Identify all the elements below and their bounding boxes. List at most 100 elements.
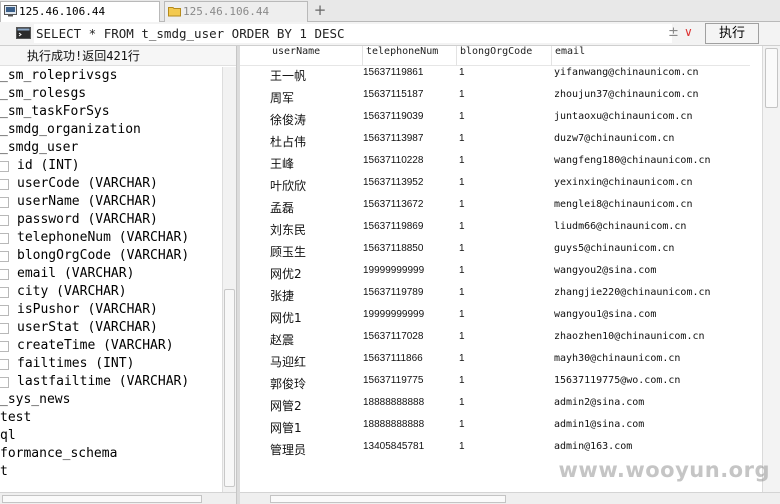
tree-table-item[interactable]: ql	[0, 427, 16, 445]
cell-username[interactable]: 赵震	[270, 331, 294, 353]
cell-email[interactable]: wangyou2@sina.com	[554, 265, 656, 287]
grid-vertical-scrollbar[interactable]	[762, 46, 780, 492]
table-row[interactable]: 马迎红 15637111866 1 mayh30@chinaunicom.cn	[240, 353, 750, 375]
tree-table-item[interactable]: _sm_rolesgs	[0, 85, 86, 103]
table-row[interactable]: 杜占伟 15637113987 1 duzw7@chinaunicom.cn	[240, 133, 750, 155]
column-header-org-code[interactable]: blongOrgCode	[457, 46, 552, 66]
cell-username[interactable]: 张捷	[270, 287, 294, 309]
table-row[interactable]: 赵震 15637117028 1 zhaozhen10@chinaunicom.cn	[240, 331, 750, 353]
tree-column-item[interactable]: password (VARCHAR)	[0, 211, 158, 229]
tree-column-item[interactable]: city (VARCHAR)	[0, 283, 127, 301]
cell-telephone[interactable]: 19999999999	[363, 265, 424, 287]
tree-column-item[interactable]: userStat (VARCHAR)	[0, 319, 158, 337]
table-row[interactable]: 顾玉生 15637118850 1 guys5@chinaunicom.cn	[240, 243, 750, 265]
cell-email[interactable]: juntaoxu@chinaunicom.cn	[554, 111, 692, 133]
cell-org-code[interactable]: 1	[459, 265, 465, 287]
tree-column-item[interactable]: lastfailtime (VARCHAR)	[0, 373, 189, 391]
tab-server-active[interactable]: 125.46.106.44	[0, 1, 160, 22]
cell-org-code[interactable]: 1	[459, 375, 465, 397]
tree-column-item[interactable]: id (INT)	[0, 157, 80, 175]
scrollbar-thumb[interactable]	[765, 48, 778, 108]
cell-telephone[interactable]: 15637113987	[363, 133, 423, 155]
tree-table-item[interactable]: _sm_taskForSys	[0, 103, 110, 121]
cell-telephone[interactable]: 15637113672	[363, 199, 423, 221]
tree-column-item[interactable]: failtimes (INT)	[0, 355, 134, 373]
table-row[interactable]: 孟磊 15637113672 1 menglei8@chinaunicom.cn	[240, 199, 750, 221]
table-row[interactable]: 网优1 19999999999 1 wangyou1@sina.com	[240, 309, 750, 331]
cell-org-code[interactable]: 1	[459, 353, 465, 375]
column-header-email[interactable]: email	[552, 46, 750, 66]
cell-username[interactable]: 徐俊涛	[270, 111, 306, 133]
cell-telephone[interactable]: 15637119775	[363, 375, 423, 397]
cell-email[interactable]: mayh30@chinaunicom.cn	[554, 353, 680, 375]
execute-button[interactable]: 执行	[705, 23, 759, 44]
scrollbar-thumb[interactable]	[2, 495, 202, 503]
cell-username[interactable]: 网优2	[270, 265, 302, 287]
grid-horizontal-scrollbar[interactable]	[240, 492, 780, 504]
tree-vertical-scrollbar[interactable]	[222, 67, 236, 492]
table-row[interactable]: 王峰 15637110228 1 wangfeng180@chinaunicom.cn	[240, 155, 750, 177]
cell-org-code[interactable]: 1	[459, 89, 465, 111]
cell-org-code[interactable]: 1	[459, 309, 465, 331]
cell-org-code[interactable]: 1	[459, 199, 465, 221]
cell-telephone[interactable]: 15637119869	[363, 221, 423, 243]
cell-username[interactable]: 马迎红	[270, 353, 306, 375]
cell-telephone[interactable]: 15637119861	[363, 67, 423, 89]
cell-telephone[interactable]: 15637119039	[363, 111, 423, 133]
cell-email[interactable]: guys5@chinaunicom.cn	[554, 243, 674, 265]
cell-telephone[interactable]: 18888888888	[363, 419, 424, 441]
tree-column-item[interactable]: isPushor (VARCHAR)	[0, 301, 158, 319]
cell-org-code[interactable]: 1	[459, 331, 465, 353]
cell-email[interactable]: zhaozhen10@chinaunicom.cn	[554, 331, 705, 353]
cell-username[interactable]: 叶欣欣	[270, 177, 306, 199]
cell-email[interactable]: yexinxin@chinaunicom.cn	[554, 177, 692, 199]
column-header-username[interactable]: userName	[269, 46, 363, 66]
table-row[interactable]: 网优2 19999999999 1 wangyou2@sina.com	[240, 265, 750, 287]
cell-email[interactable]: wangyou1@sina.com	[554, 309, 656, 331]
tree-table-item[interactable]: _sm_roleprivsgs	[0, 67, 117, 85]
table-row[interactable]: 刘东民 15637119869 1 liudm66@chinaunicom.cn	[240, 221, 750, 243]
cell-username[interactable]: 周军	[270, 89, 294, 111]
table-row[interactable]: 叶欣欣 15637113952 1 yexinxin@chinaunicom.cn	[240, 177, 750, 199]
table-row[interactable]: 周军 15637115187 1 zhoujun37@chinaunicom.cn	[240, 89, 750, 111]
cell-telephone[interactable]: 15637117028	[363, 331, 423, 353]
cell-org-code[interactable]: 1	[459, 287, 465, 309]
cell-email[interactable]: zhoujun37@chinaunicom.cn	[554, 89, 699, 111]
cell-email[interactable]: 15637119775@wo.com.cn	[554, 375, 680, 397]
cell-org-code[interactable]: 1	[459, 67, 465, 89]
cell-email[interactable]: admin1@sina.com	[554, 419, 644, 441]
cell-org-code[interactable]: 1	[459, 441, 465, 463]
cell-telephone[interactable]: 18888888888	[363, 397, 424, 419]
cell-email[interactable]: admin2@sina.com	[554, 397, 644, 419]
cell-username[interactable]: 杜占伟	[270, 133, 306, 155]
scrollbar-thumb[interactable]	[224, 289, 235, 487]
cell-telephone[interactable]: 15637115187	[363, 89, 423, 111]
tree-column-item[interactable]: blongOrgCode (VARCHAR)	[0, 247, 189, 265]
table-row[interactable]: 郭俊玲 15637119775 1 15637119775@wo.com.cn	[240, 375, 750, 397]
cell-username[interactable]: 网管2	[270, 397, 302, 419]
cell-email[interactable]: menglei8@chinaunicom.cn	[554, 199, 692, 221]
table-row[interactable]: 网管1 18888888888 1 admin1@sina.com	[240, 419, 750, 441]
cell-email[interactable]: yifanwang@chinaunicom.cn	[554, 67, 699, 89]
cell-username[interactable]: 刘东民	[270, 221, 306, 243]
cell-telephone[interactable]: 15637119789	[363, 287, 423, 309]
tree-column-item[interactable]: createTime (VARCHAR)	[0, 337, 174, 355]
cell-username[interactable]: 网管1	[270, 419, 302, 441]
cell-telephone[interactable]: 15637118850	[363, 243, 423, 265]
tree-table-item[interactable]: t	[0, 463, 8, 481]
tree-column-item[interactable]: userCode (VARCHAR)	[0, 175, 158, 193]
cell-org-code[interactable]: 1	[459, 155, 465, 177]
tree-horizontal-scrollbar[interactable]	[0, 492, 236, 504]
tree-column-item[interactable]: telephoneNum (VARCHAR)	[0, 229, 189, 247]
sql-query-input[interactable]: SELECT * FROM t_smdg_user ORDER BY 1 DES…	[34, 24, 672, 43]
tree-column-item[interactable]: userName (VARCHAR)	[0, 193, 158, 211]
scrollbar-thumb[interactable]	[270, 495, 506, 503]
cell-telephone[interactable]: 15637113952	[363, 177, 423, 199]
tree-table-item[interactable]: test	[0, 409, 31, 427]
cell-email[interactable]: duzw7@chinaunicom.cn	[554, 133, 674, 155]
chevron-down-icon[interactable]: ∨	[684, 25, 693, 39]
cell-email[interactable]: zhangjie220@chinaunicom.cn	[554, 287, 711, 309]
cell-telephone[interactable]: 15637110228	[363, 155, 423, 177]
tree-table-item[interactable]: _smdg_organization	[0, 121, 141, 139]
tab-server-inactive[interactable]: 125.46.106.44	[164, 1, 308, 22]
